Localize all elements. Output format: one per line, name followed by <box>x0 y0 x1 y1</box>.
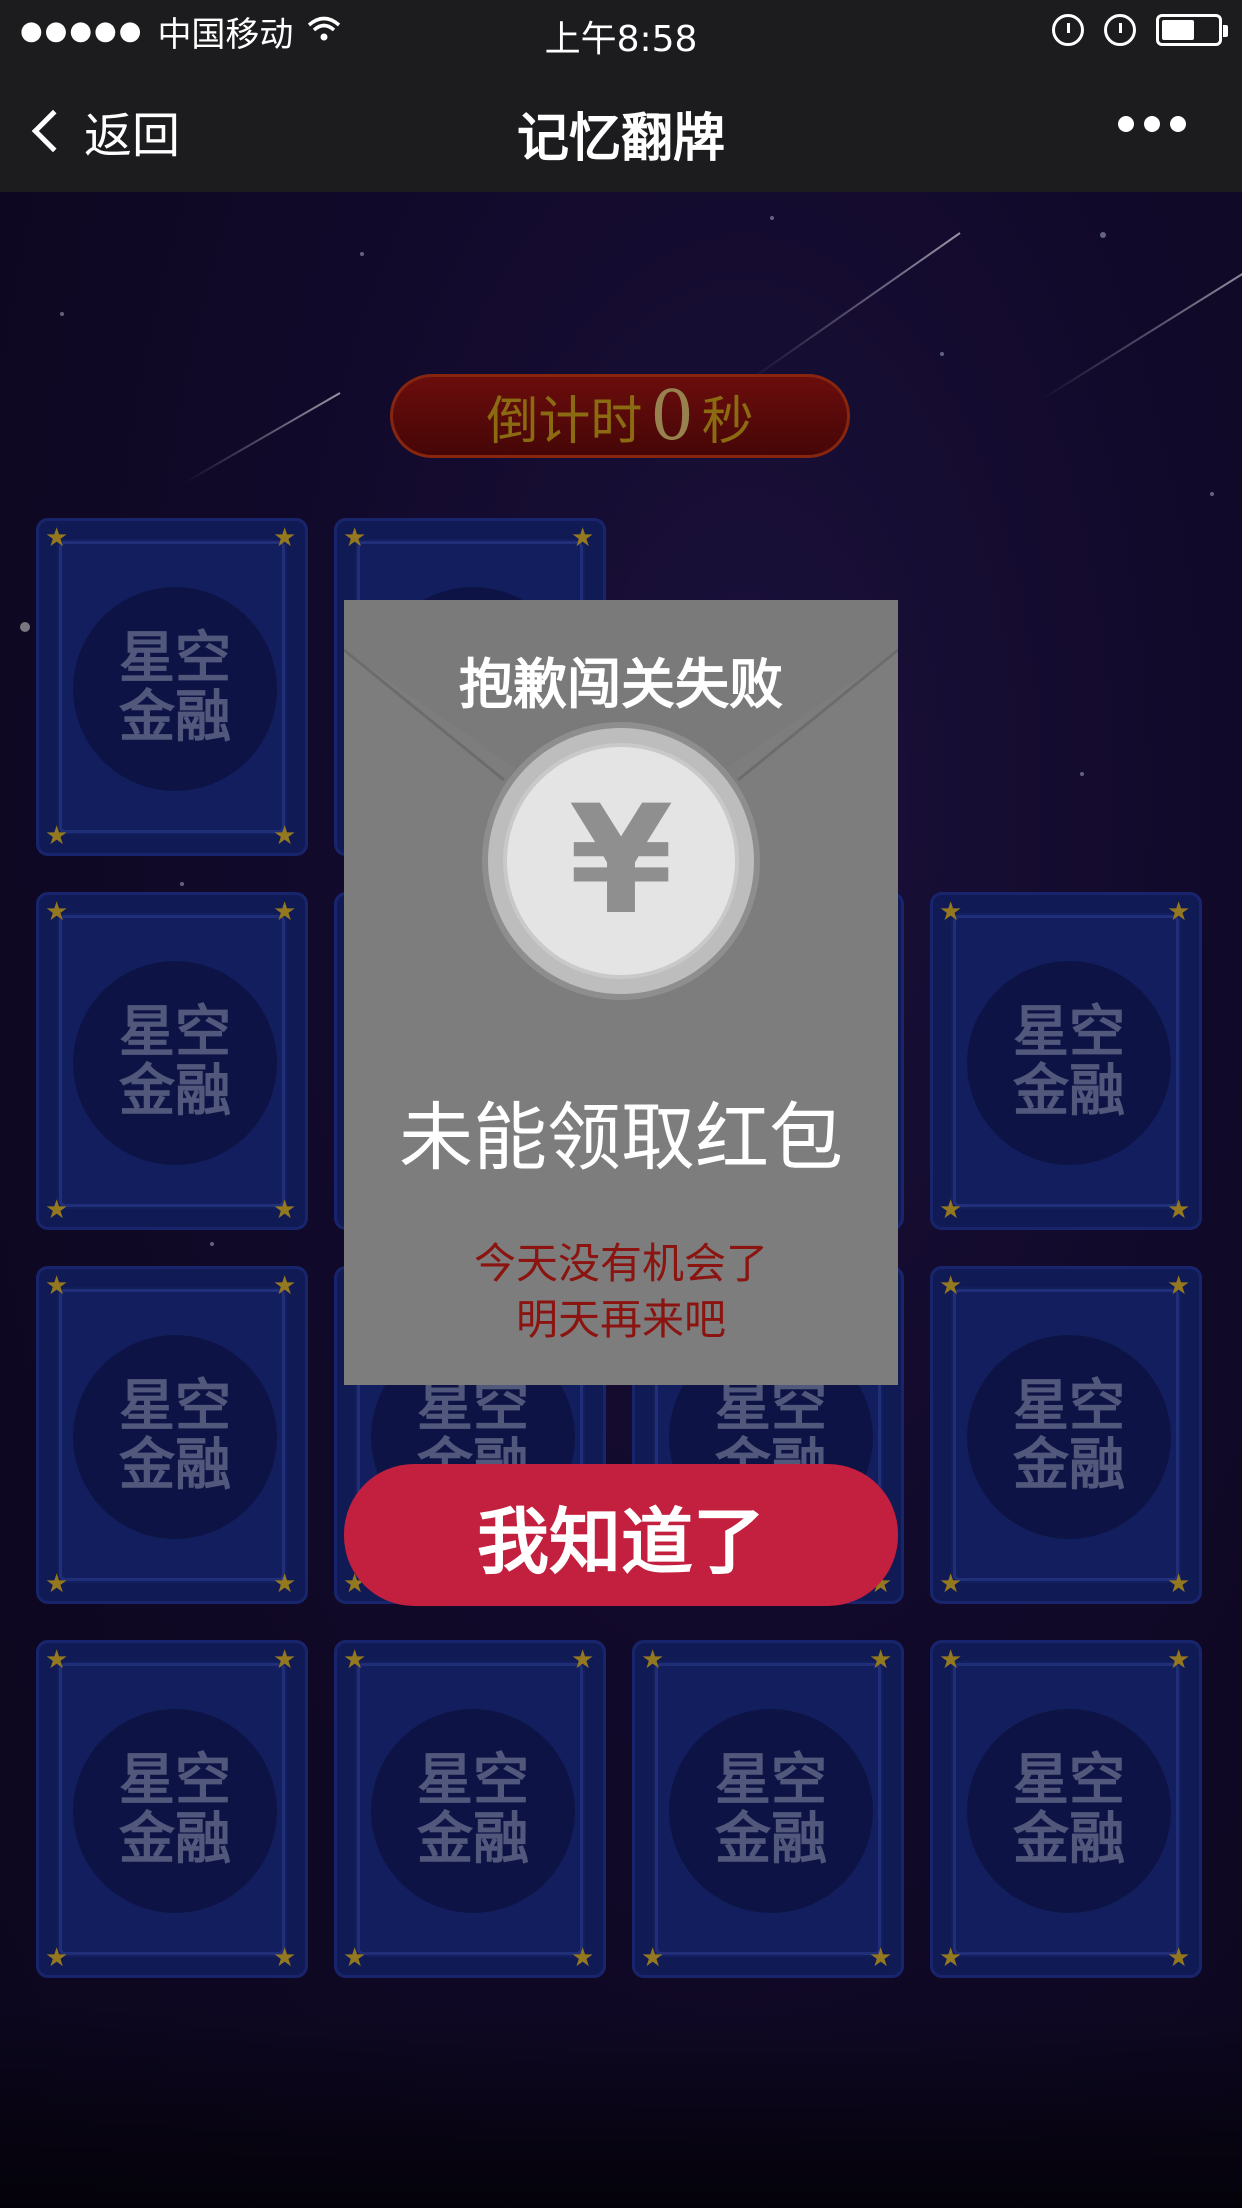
coin-icon: ¥ <box>488 728 754 994</box>
more-dot-icon <box>1118 116 1134 132</box>
result-modal: 抱歉闯关失败 ¥ 未能领取红包 今天没有机会了 明天再来吧 <box>344 600 898 1385</box>
more-menu-button[interactable] <box>1118 116 1186 132</box>
modal-message-line1: 今天没有机会了 <box>473 1239 768 1288</box>
yen-icon: ¥ <box>503 743 739 979</box>
more-dot-icon <box>1170 116 1186 132</box>
alarm-icon <box>1104 14 1136 46</box>
modal-headline: 未能领取红包 <box>399 1095 843 1181</box>
nav-bar: 返回 记忆翻牌 <box>0 62 1242 192</box>
rotation-lock-icon <box>1052 14 1084 46</box>
confirm-button[interactable]: 我知道了 <box>344 1464 898 1606</box>
battery-icon <box>1156 14 1228 46</box>
modal-message: 今天没有机会了 明天再来吧 <box>344 1236 898 1348</box>
status-right <box>1052 14 1228 46</box>
page-title: 记忆翻牌 <box>516 109 725 169</box>
more-dot-icon <box>1144 116 1160 132</box>
modal-message-line2: 明天再来吧 <box>515 1295 726 1344</box>
status-bar: ●●●●● 中国移动 上午8:58 <box>0 0 1242 62</box>
modal-title: 抱歉闯关失败 <box>459 653 783 716</box>
